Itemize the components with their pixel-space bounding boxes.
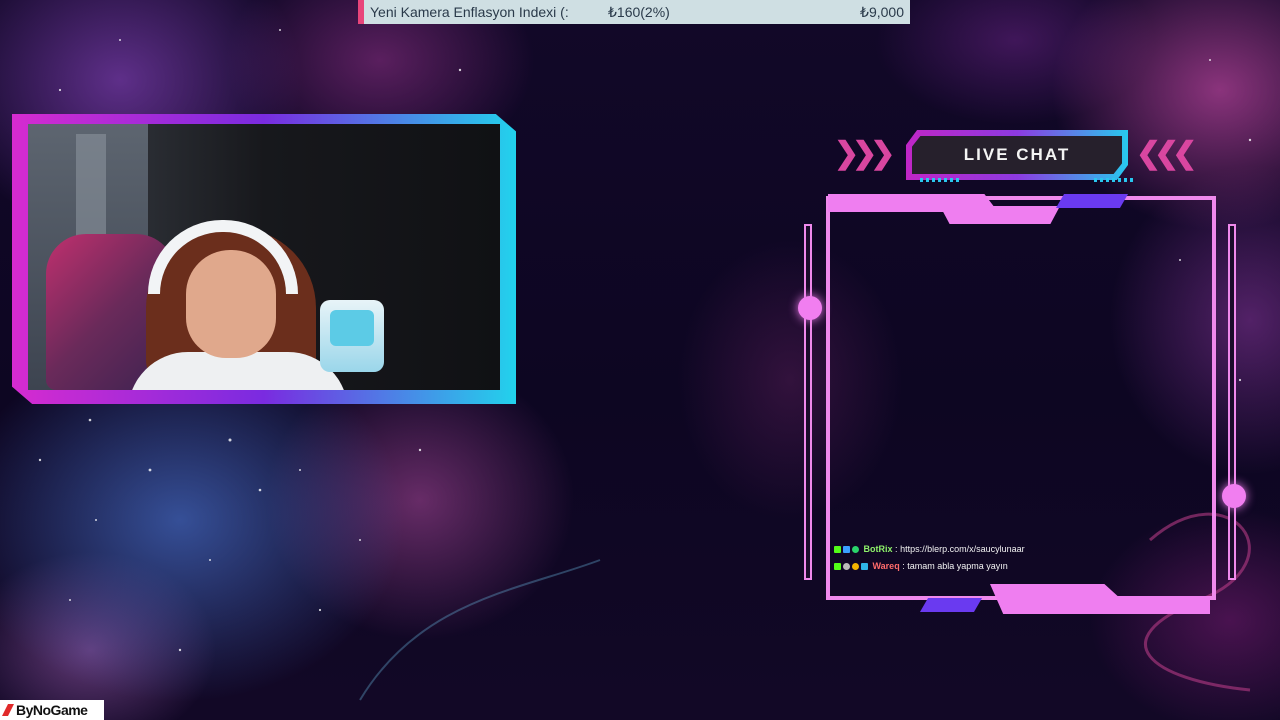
badge-dash-right — [1094, 178, 1134, 182]
chat-frame-top-notch — [940, 206, 1060, 224]
chat-text: tamam abla yapma yayın — [907, 561, 1008, 571]
badge-dash-left — [920, 178, 960, 182]
price-ticker: Yeni Kamera Enflasyon Indexi (: ₺160(2%)… — [358, 0, 910, 24]
chat-frame-bottom-purple-accent — [919, 598, 983, 612]
chat-text: https://blerp.com/x/saucylunaar — [900, 544, 1025, 554]
chat-separator: : — [902, 561, 905, 571]
chat-message: Wareq : tamam abla yapma yayın — [834, 558, 1204, 575]
user-badges — [834, 558, 870, 575]
webcam-feed — [28, 124, 500, 390]
chat-username: Wareq — [872, 561, 900, 571]
right-rail-knob — [1222, 484, 1246, 508]
chevrons-right-icon: ❮❮❮ — [1136, 137, 1197, 170]
bynogame-logo-text: ByNoGame — [16, 702, 88, 718]
chat-frame-purple-accent — [1055, 194, 1129, 208]
kick-badge-icon — [834, 546, 841, 554]
right-rail — [1228, 224, 1236, 580]
chat-message-list: BotRix : https://blerp.com/x/saucylunaar… — [834, 541, 1204, 575]
ticker-value: ₺9,000 — [860, 4, 904, 20]
kick-badge-icon — [834, 563, 841, 571]
chat-username: BotRix — [863, 544, 893, 554]
live-chat-title: LIVE CHAT — [912, 136, 1122, 174]
gift-badge-icon — [852, 563, 859, 571]
ticker-name: Yeni Kamera Enflasyon Indexi (: — [370, 4, 569, 20]
bot-badge-icon — [843, 546, 850, 554]
left-rail-knob — [798, 296, 822, 320]
bynogame-logo: ByNoGame — [0, 700, 104, 720]
microphone-screen — [330, 310, 374, 346]
chat-message: BotRix : https://blerp.com/x/saucylunaar — [834, 541, 1204, 558]
chevrons-left-icon: ❯❯❯ — [834, 137, 895, 170]
moon-badge-icon — [843, 563, 850, 571]
bynogame-logo-icon — [2, 704, 14, 716]
chat-panel — [826, 196, 1216, 600]
subscriber-badge-icon — [861, 563, 868, 571]
headphones — [148, 220, 298, 294]
left-rail — [804, 224, 812, 580]
ticker-change: ₺160(2%) — [608, 4, 670, 20]
chat-separator: : — [895, 544, 898, 554]
user-badges — [834, 541, 861, 558]
verified-badge-icon — [852, 546, 859, 554]
